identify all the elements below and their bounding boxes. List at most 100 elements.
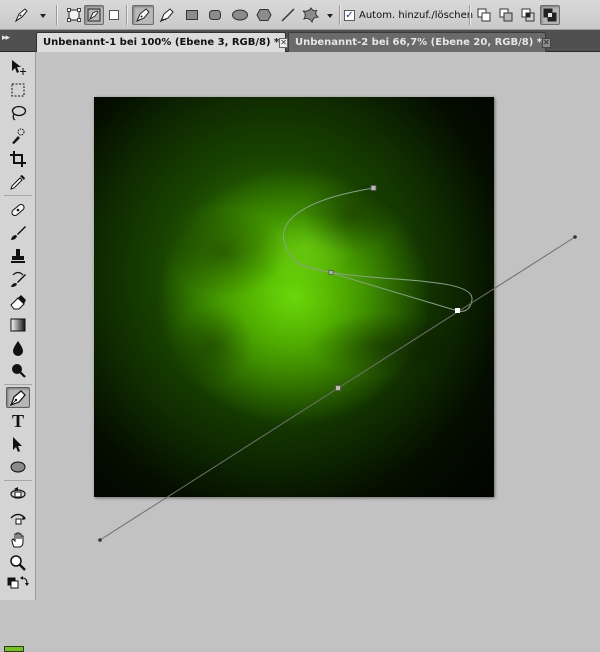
ellipse-shape-tool-icon [10, 461, 26, 472]
move-tool-icon [12, 59, 26, 75]
healing-brush-tool-icon [11, 203, 25, 216]
fill-pixels-icon [109, 10, 119, 20]
pen-tool-option-button[interactable] [132, 5, 154, 25]
pen-tool-icon [14, 8, 46, 23]
crop-tool[interactable] [6, 148, 30, 169]
polygon-icon [256, 9, 272, 21]
toolbox-separator [4, 480, 32, 481]
document-canvas[interactable] [94, 97, 494, 497]
direction-point[interactable] [98, 538, 102, 542]
add-to-path-area-button[interactable] [474, 5, 494, 25]
close-icon[interactable]: ✕ [279, 37, 288, 48]
lasso-tool[interactable] [6, 102, 30, 123]
type-tool[interactable]: T [6, 410, 30, 431]
lasso-tool-icon [11, 105, 27, 121]
auto-add-delete-label: Autom. hinzuf./löschen [359, 9, 474, 21]
zoom-tool[interactable] [6, 552, 30, 573]
ellipse-shape-button[interactable] [229, 5, 251, 25]
subtract-from-path-area-button[interactable] [496, 5, 516, 25]
exclude-path-areas-icon [543, 8, 557, 22]
hand-tool-icon [11, 532, 24, 547]
line-icon [281, 8, 295, 22]
options-separator [339, 5, 341, 25]
paths-mode-icon [87, 8, 101, 22]
3d-rotate-tool[interactable] [6, 483, 30, 504]
tab-unbenannt-2[interactable]: Unbenannt-2 bei 66,7% (Ebene 20, RGB/8) … [288, 32, 551, 52]
dodge-tool[interactable] [6, 360, 30, 381]
quick-selection-tool-icon [12, 128, 25, 144]
default-colors-control[interactable] [6, 574, 30, 592]
auto-add-delete-checkbox[interactable]: ✓ [344, 9, 355, 21]
brush-tool[interactable] [6, 222, 30, 243]
collapse-panels-icon[interactable]: ▸▸ [2, 33, 10, 43]
ellipse-icon [232, 9, 248, 21]
eraser-tool-icon [10, 294, 26, 309]
3d-orbit-tool-icon [10, 513, 26, 524]
options-separator [469, 5, 471, 25]
path-selection-tool-icon [13, 436, 22, 452]
brush-tool-icon [11, 225, 26, 240]
eraser-tool[interactable] [6, 291, 30, 312]
3d-rotate-tool-icon [10, 486, 26, 499]
pen-tool[interactable] [6, 387, 30, 408]
quick-selection-tool[interactable] [6, 125, 30, 146]
foreground-color-swatch[interactable] [4, 646, 24, 652]
cloud-texture-layer [94, 97, 494, 497]
eyedropper-tool-icon [10, 174, 25, 190]
blur-tool[interactable] [6, 337, 30, 358]
tab-unbenannt-1[interactable]: Unbenannt-1 bei 100% (Ebene 3, RGB/8) * … [36, 32, 288, 52]
healing-brush-tool[interactable] [6, 199, 30, 220]
add-path-area-icon [477, 8, 491, 22]
ellipse-shape-tool[interactable] [6, 456, 30, 477]
pen-tool-icon [9, 389, 26, 406]
history-brush-tool-icon [11, 271, 26, 287]
crop-tool-icon [10, 150, 26, 167]
gradient-tool-icon [10, 318, 26, 331]
intersect-path-areas-icon [521, 8, 535, 22]
exclude-overlapping-path-areas-button[interactable] [540, 5, 560, 25]
shape-layers-button[interactable] [64, 5, 84, 25]
default-colors-icon [7, 576, 29, 589]
marquee-tool[interactable] [6, 79, 30, 100]
clone-stamp-tool[interactable] [6, 245, 30, 266]
blur-tool-icon [13, 340, 23, 356]
zoom-tool-icon [10, 554, 26, 571]
tool-preset-picker[interactable] [8, 5, 48, 25]
toolbox-separator [4, 384, 32, 385]
custom-shape-button[interactable] [301, 5, 337, 25]
paths-mode-button[interactable] [84, 5, 104, 25]
toolbox-separator [4, 195, 32, 196]
rectangle-shape-button[interactable] [182, 5, 202, 25]
intersect-path-areas-button[interactable] [518, 5, 538, 25]
gradient-tool[interactable] [6, 314, 30, 335]
fill-pixels-button[interactable] [106, 5, 122, 25]
line-shape-button[interactable] [278, 5, 298, 25]
polygon-shape-button[interactable] [254, 5, 274, 25]
path-selection-tool[interactable] [6, 433, 30, 454]
eyedropper-tool[interactable] [6, 171, 30, 192]
options-separator [126, 5, 128, 25]
tab-label: Unbenannt-1 bei 100% (Ebene 3, RGB/8) * [43, 37, 280, 48]
document-tab-bar: ▸▸ Unbenannt-1 bei 100% (Ebene 3, RGB/8)… [0, 30, 600, 52]
auto-add-delete-option[interactable]: ✓ Autom. hinzuf./löschen [344, 7, 473, 23]
3d-orbit-tool[interactable] [6, 506, 30, 527]
move-tool[interactable] [6, 56, 30, 77]
hand-tool[interactable] [6, 529, 30, 550]
close-icon[interactable]: ✕ [542, 37, 551, 48]
shape-layers-icon [67, 8, 81, 22]
rounded-rectangle-icon [209, 10, 221, 20]
pen-icon [136, 8, 150, 22]
direction-point[interactable] [573, 235, 577, 239]
subtract-path-area-icon [499, 8, 513, 22]
freeform-pen-option-button[interactable] [156, 5, 178, 25]
type-tool-icon: T [11, 410, 24, 431]
marquee-tool-icon [11, 83, 25, 96]
history-brush-tool[interactable] [6, 268, 30, 289]
rounded-rectangle-shape-button[interactable] [205, 5, 225, 25]
toolbox: T [0, 52, 36, 652]
custom-shape-icon [302, 6, 333, 24]
tab-label: Unbenannt-2 bei 66,7% (Ebene 20, RGB/8) … [295, 37, 543, 48]
options-separator [56, 5, 58, 25]
freeform-pen-icon [159, 8, 174, 23]
clone-stamp-tool-icon [11, 248, 25, 263]
